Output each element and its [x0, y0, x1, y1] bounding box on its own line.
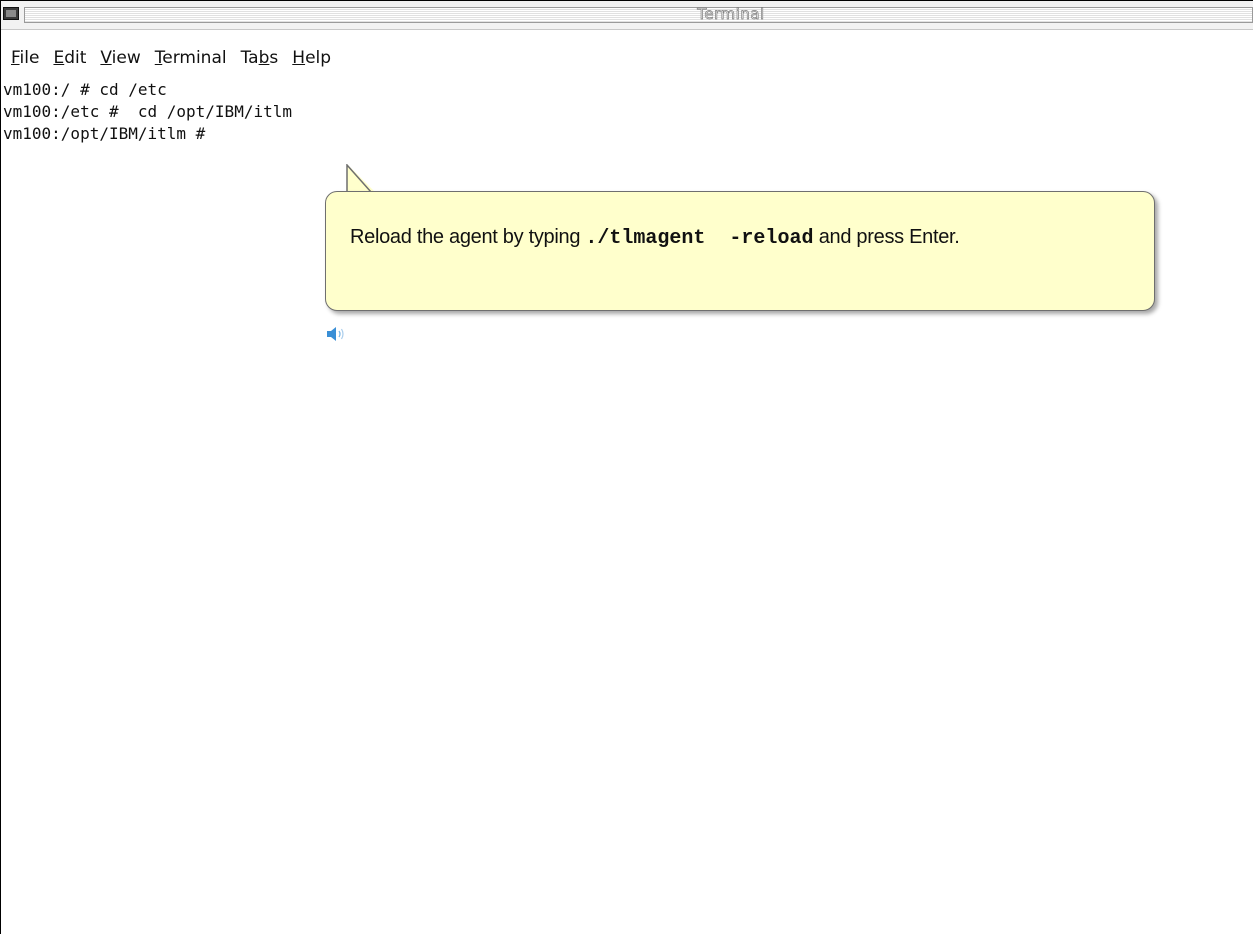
menu-view[interactable]: View — [100, 48, 140, 68]
terminal-window: Terminal File Edit View Terminal Tabs He… — [0, 0, 1253, 934]
terminal-window-icon[interactable] — [3, 7, 19, 20]
callout-tail — [346, 164, 377, 194]
speaker-icon[interactable] — [325, 326, 347, 342]
instruction-callout: Reload the agent by typing ./tlmagent -r… — [325, 191, 1155, 311]
menu-tabs[interactable]: Tabs — [241, 48, 279, 68]
menu-bar: File Edit View Terminal Tabs Help — [1, 44, 345, 72]
menu-help[interactable]: Help — [292, 48, 331, 68]
terminal-line: vm100:/ # cd /etc — [3, 80, 167, 99]
title-bar[interactable]: Terminal — [1, 1, 1253, 30]
menu-terminal[interactable]: Terminal — [155, 48, 227, 68]
menu-edit[interactable]: Edit — [53, 48, 86, 68]
terminal-line: vm100:/opt/IBM/itlm # — [3, 124, 206, 143]
menu-file[interactable]: File — [11, 48, 39, 68]
instruction-text: Reload the agent by typing ./tlmagent -r… — [350, 226, 960, 250]
terminal-line: vm100:/etc # cd /opt/IBM/itlm — [3, 102, 292, 121]
title-bar-stripes — [24, 7, 1253, 23]
instruction-command: ./tlmagent -reload — [585, 227, 814, 250]
